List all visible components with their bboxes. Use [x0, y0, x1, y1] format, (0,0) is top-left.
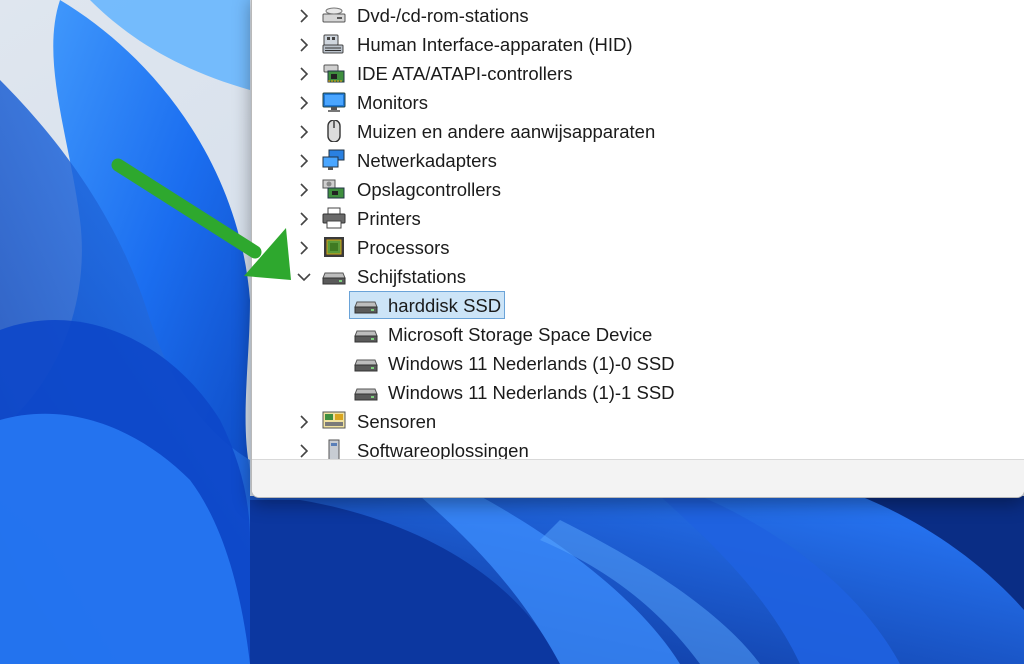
disk-drive-icon: [354, 388, 378, 401]
chevron-right-icon[interactable]: [296, 8, 312, 24]
tree-item-label: Printers: [357, 208, 421, 229]
chevron-right-icon[interactable]: [296, 37, 312, 53]
tree-item-network-adapters[interactable]: Netwerkadapters: [252, 146, 1012, 175]
software-component-icon: [328, 439, 340, 459]
tree-item-hid[interactable]: Human Interface-apparaten (HID): [252, 30, 1012, 59]
tree-item-label: Netwerkadapters: [357, 150, 497, 171]
tree-item-printers[interactable]: Printers: [252, 204, 1012, 233]
printer-icon: [322, 207, 346, 229]
tree-item-dvd-cd-rom[interactable]: Dvd-/cd-rom-stations: [252, 1, 1012, 30]
tree-item-label: Softwareoplossingen: [357, 440, 529, 459]
chevron-right-icon[interactable]: [296, 240, 312, 256]
tree-item-disk-drives[interactable]: Schijfstations: [252, 262, 1012, 291]
chevron-down-icon[interactable]: [296, 269, 312, 285]
chevron-right-icon[interactable]: [296, 211, 312, 227]
chevron-right-icon[interactable]: [296, 443, 312, 459]
tree-item-label: Windows 11 Nederlands (1)-0 SSD: [388, 353, 675, 374]
tree-item-label: Schijfstations: [357, 266, 466, 287]
chevron-right-icon[interactable]: [296, 182, 312, 198]
chevron-right-icon[interactable]: [296, 153, 312, 169]
tree-item-disk-device[interactable]: Windows 11 Nederlands (1)-1 SSD: [252, 378, 1012, 407]
tree-item-disk-device[interactable]: harddisk SSD: [252, 291, 1012, 320]
tree-item-label: Dvd-/cd-rom-stations: [357, 5, 529, 26]
storage-controller-icon: [322, 179, 345, 199]
tree-item-label: Windows 11 Nederlands (1)-1 SSD: [388, 382, 675, 403]
tree-item-disk-device[interactable]: Microsoft Storage Space Device: [252, 320, 1012, 349]
tree-item-label: Muizen en andere aanwijsapparaten: [357, 121, 656, 142]
tree-item-storage-controllers[interactable]: Opslagcontrollers: [252, 175, 1012, 204]
tree-item-label: Processors: [357, 237, 450, 258]
disk-drive-icon: [354, 359, 378, 372]
disk-drive-icon: [322, 272, 346, 285]
tree-item-label: IDE ATA/ATAPI-controllers: [357, 63, 573, 84]
device-tree: Dvd-/cd-rom-stations Human Interface-app…: [252, 1, 1024, 459]
hid-keyboard-icon: [322, 34, 344, 54]
tree-item-ide-ata-atapi[interactable]: IDE ATA/ATAPI-controllers: [252, 59, 1012, 88]
tree-item-processors[interactable]: Processors: [252, 233, 1012, 262]
tree-item-label: Opslagcontrollers: [357, 179, 501, 200]
tree-item-label: Monitors: [357, 92, 428, 113]
mouse-icon: [327, 120, 341, 142]
chevron-right-icon[interactable]: [296, 95, 312, 111]
tree-item-label: Sensoren: [357, 411, 437, 432]
tree-item-software-components[interactable]: Softwareoplossingen: [252, 436, 1012, 459]
dvd-drive-icon: [322, 7, 346, 23]
tree-item-label: Microsoft Storage Space Device: [388, 324, 653, 345]
chevron-right-icon[interactable]: [296, 414, 312, 430]
ide-controller-icon: [323, 64, 345, 83]
tree-item-mice[interactable]: Muizen en andere aanwijsapparaten: [252, 117, 1012, 146]
tree-item-disk-device[interactable]: Windows 11 Nederlands (1)-0 SSD: [252, 349, 1012, 378]
status-bar: [252, 459, 1024, 497]
device-manager-window: Dvd-/cd-rom-stations Human Interface-app…: [251, 0, 1024, 498]
processor-icon: [324, 237, 344, 257]
network-adapter-icon: [322, 149, 345, 170]
disk-drive-icon: [354, 301, 378, 314]
tree-item-sensors[interactable]: Sensoren: [252, 407, 1012, 436]
disk-drive-icon: [354, 330, 378, 343]
tree-item-label: harddisk SSD: [388, 295, 502, 316]
monitor-icon: [322, 92, 346, 112]
tree-item-label: Human Interface-apparaten (HID): [357, 34, 633, 55]
chevron-right-icon[interactable]: [296, 124, 312, 140]
chevron-right-icon[interactable]: [296, 66, 312, 82]
tree-item-monitors[interactable]: Monitors: [252, 88, 1012, 117]
sensor-icon: [322, 411, 346, 429]
